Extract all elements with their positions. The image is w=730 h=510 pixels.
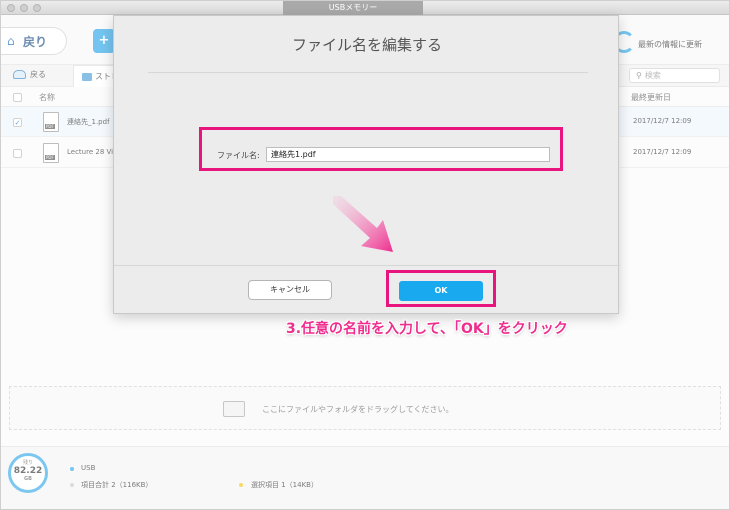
cancel-button[interactable]: キャンセル: [248, 280, 332, 300]
step-caption: 3.任意の名前を入力して、「OK」をクリック: [286, 321, 568, 337]
window-title: USBメモリー: [283, 1, 423, 15]
filename-highlight-box: [199, 127, 563, 171]
title-bar: USBメモリー: [1, 1, 729, 15]
dialog-footer-divider: [114, 265, 620, 266]
dialog-title: ファイル名を編集する: [291, 36, 442, 54]
dialog-divider: [148, 72, 588, 73]
minimize-window-button[interactable]: [20, 4, 28, 12]
app-window: USBメモリー ⌂ 戻り + 最新の情報に更新 戻る ストレ ⚲ 検索 名称 最…: [0, 0, 730, 510]
ok-highlight-box: [386, 270, 496, 307]
zoom-window-button[interactable]: [33, 4, 41, 12]
close-window-button[interactable]: [7, 4, 15, 12]
pointer-arrow-icon: [333, 196, 393, 252]
